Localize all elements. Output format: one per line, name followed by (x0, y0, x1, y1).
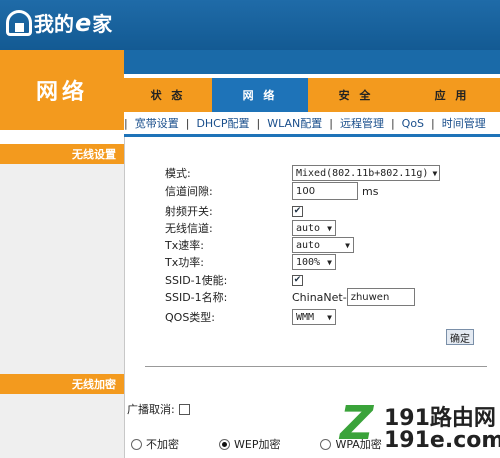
tab-status[interactable]: 状 态 (124, 78, 212, 112)
beacon-input[interactable]: 100 (292, 182, 358, 200)
qos-type-select[interactable]: WMM ▼ (292, 309, 336, 325)
tab-security[interactable]: 安 全 (308, 78, 404, 112)
confirm-button[interactable]: 确定 (446, 329, 474, 345)
home-icon (6, 9, 32, 36)
brand-text-a: 我的 (34, 12, 74, 36)
ssid1-prefix: ChinaNet- (292, 290, 347, 304)
channel-select[interactable]: auto ▼ (292, 220, 336, 236)
top-banner: 我的 e 家 (0, 0, 500, 50)
row-beacon: 信道间隙: 100 ms (165, 182, 378, 200)
channel-label: 无线信道: (165, 222, 213, 235)
row-mode: 模式: Mixed(802.11b+802.11g) ▼ (165, 164, 440, 182)
row-ssid1-name: SSID-1名称: ChinaNet- zhuwen (165, 288, 415, 306)
mode-select[interactable]: Mixed(802.11b+802.11g) ▼ (292, 165, 440, 181)
row-ssid1-enable: SSID-1使能: ✔ (165, 271, 303, 289)
tab-applications[interactable]: 应 用 (404, 78, 500, 112)
chevron-down-icon: ▼ (432, 168, 438, 178)
broadcast-cancel-checkbox[interactable] (178, 403, 190, 415)
main-tabs: 状 态 网 络 安 全 应 用 (124, 78, 500, 112)
form-divider (145, 366, 487, 367)
subnav-qos[interactable]: QoS (395, 117, 431, 130)
page-title: 网络 (0, 50, 124, 130)
subnav-dhcp[interactable]: DHCP配置 (189, 115, 256, 131)
row-tx-rate: Tx速率: auto ▼ (165, 236, 354, 254)
brand-text-b: 家 (92, 12, 113, 36)
watermark-logo-icon: Z (340, 396, 374, 450)
broadcast-cancel-label: 广播取消: (127, 403, 175, 416)
broadcast-cancel: 广播取消: (127, 401, 190, 417)
brand-text-e: e (75, 8, 92, 37)
ssid1-name-label: SSID-1名称: (165, 291, 228, 304)
subnav-remote[interactable]: 远程管理 (333, 115, 391, 131)
subnav-wlan[interactable]: WLAN配置 (260, 115, 329, 131)
radio-wpa[interactable] (320, 438, 332, 450)
row-tx-power: Tx功率: 100% ▼ (165, 253, 336, 271)
chevron-down-icon: ▼ (327, 312, 332, 322)
left-title-strip (0, 130, 124, 144)
chevron-down-icon: ▼ (327, 257, 332, 267)
encryption-none[interactable]: 不加密 (131, 436, 179, 452)
encryption-wep[interactable]: WEP加密 (219, 436, 280, 452)
left-pane (0, 164, 124, 458)
ssid1-enable-label: SSID-1使能: (165, 274, 228, 287)
rf-switch-label: 射频开关: (165, 205, 213, 218)
watermark: Z 191路由网 191e.com (336, 394, 500, 458)
sub-navigation: | 宽带设置 | DHCP配置 | WLAN配置 | 远程管理 | QoS | … (124, 112, 500, 134)
subnav-broadband[interactable]: 宽带设置 (128, 115, 186, 131)
tx-power-select[interactable]: 100% ▼ (292, 254, 336, 270)
tx-power-label: Tx功率: (165, 256, 204, 269)
chevron-down-icon: ▼ (327, 223, 332, 233)
rf-switch-checkbox[interactable]: ✔ (292, 205, 303, 217)
row-channel: 无线信道: auto ▼ (165, 219, 336, 237)
qos-type-label: QOS类型: (165, 311, 216, 324)
radio-wep[interactable] (219, 438, 230, 450)
row-rf-switch: 射频开关: ✔ (165, 202, 303, 220)
row-qos-type: QOS类型: WMM ▼ (165, 308, 336, 326)
brand-logo: 我的 e 家 (6, 8, 112, 37)
ssid1-name-input[interactable]: zhuwen (346, 288, 415, 306)
section-wireless-settings: 无线设置 (0, 144, 124, 164)
section-wireless-encryption: 无线加密 (0, 374, 124, 394)
ssid1-enable-checkbox[interactable]: ✔ (292, 274, 303, 286)
mode-label: 模式: (165, 167, 191, 180)
tab-network[interactable]: 网 络 (212, 78, 308, 112)
tx-rate-label: Tx速率: (165, 239, 204, 252)
chevron-down-icon: ▼ (345, 240, 350, 250)
beacon-unit: ms (362, 184, 379, 198)
subnav-time[interactable]: 时间管理 (435, 115, 493, 131)
beacon-label: 信道间隙: (165, 185, 213, 198)
tx-rate-select[interactable]: auto ▼ (292, 237, 354, 253)
radio-none[interactable] (131, 438, 142, 450)
watermark-line2: 191e.com (384, 428, 500, 453)
